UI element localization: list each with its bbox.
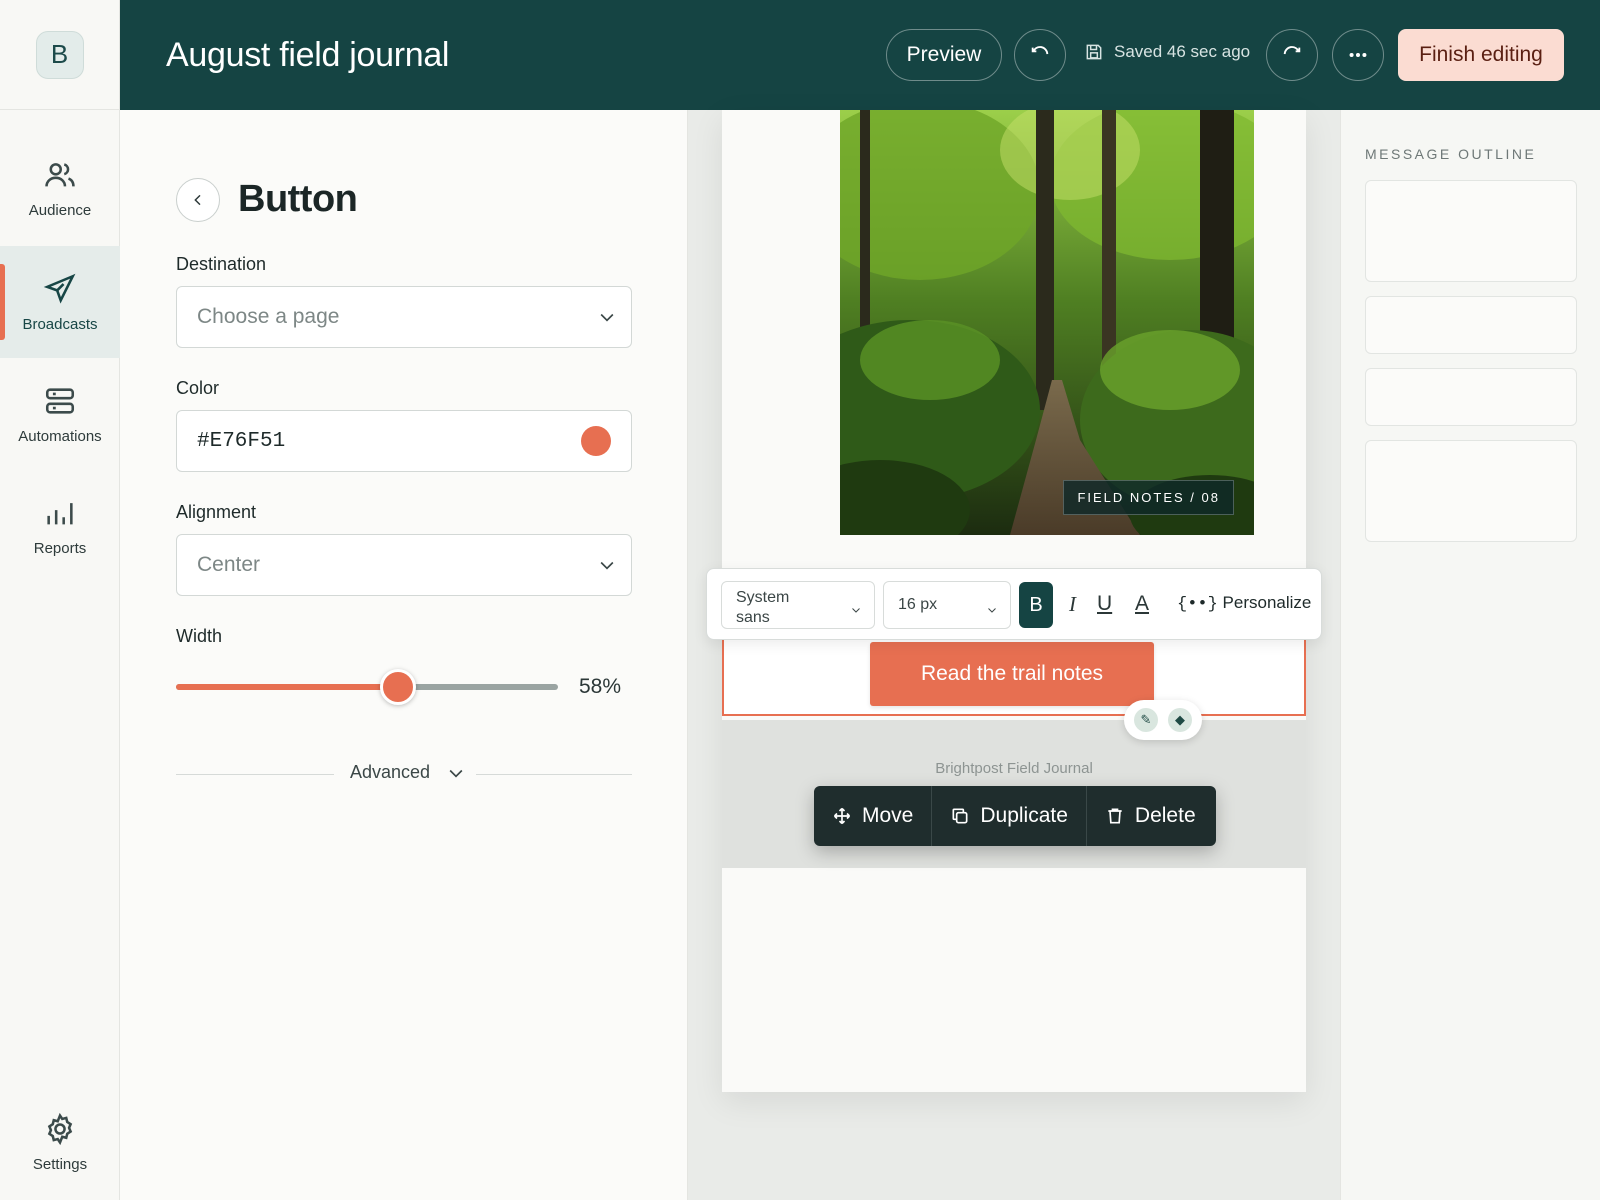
outline-title: MESSAGE OUTLINE [1365,146,1537,162]
editor-header: August field journal Preview Saved 46 se… [120,0,1600,110]
duplicate-button[interactable]: Duplicate [932,786,1087,846]
italic-button[interactable]: I [1069,592,1076,617]
hero-badge: FIELD NOTES / 08 [1063,480,1234,515]
advanced-toggle[interactable]: Advanced [350,762,466,783]
hero-image[interactable]: FIELD NOTES / 08 [840,110,1254,535]
logo-area: B [0,0,119,110]
send-icon [43,273,76,304]
outline-item[interactable] [1365,368,1577,426]
font-size-select[interactable]: 16 px [883,581,1011,629]
back-button[interactable] [176,178,220,222]
color-label: Color [176,378,220,398]
pencil-icon[interactable]: ✎ [1134,708,1158,732]
footer-text: Brightpost Field Journal [935,760,1093,777]
bar-chart-icon [47,502,73,524]
duplicate-label: Duplicate [980,804,1068,827]
divider [476,774,632,775]
trash-icon [1108,808,1122,824]
nav-item-reports[interactable]: Reports [0,470,120,582]
nav-item-settings[interactable]: Settings [0,1086,120,1198]
users-icon [45,162,75,186]
more-horizontal-icon [1349,52,1367,58]
font-size-value: 16 px [898,596,938,613]
chevron-down-icon [988,608,996,613]
nav-label: Reports [33,539,87,557]
nav-label: Automations [18,427,102,445]
undo-button[interactable] [1014,29,1066,81]
move-icon [833,807,851,825]
destination-label: Destination [176,254,267,274]
personalize-label: Personalize [1222,593,1312,612]
outline-item[interactable] [1365,180,1577,282]
block-settings-panel: Button Destination Choose a page Color #… [120,110,688,1200]
color-input[interactable]: #E76F51 [176,410,632,472]
redo-icon [1283,46,1301,55]
panel-title: Button [238,178,358,220]
duplicate-icon [952,808,968,824]
alignment-label: Alignment [176,502,257,522]
chevron-left-icon [194,194,201,206]
finish-editing-button[interactable]: Finish editing [1398,29,1564,81]
alignment-value: Center [197,553,261,576]
personalize-button[interactable]: {••} Personalize [1177,593,1311,614]
left-nav-rail: B Audience Broadcasts Automations Report… [0,0,120,1200]
delete-label: Delete [1134,804,1196,827]
divider [176,774,334,775]
block-mini-tools: ✎ ◆ [1124,700,1202,740]
advanced-label: Advanced [350,762,431,782]
width-value: 58% [579,675,622,698]
color-swatch[interactable] [581,426,611,456]
braces-icon: {••} [1177,595,1218,614]
move-label: Move [862,804,914,827]
outline-item[interactable] [1365,440,1577,542]
chevron-down-icon [449,769,463,778]
saved-text: Saved 46 sec ago [1114,42,1251,61]
save-status: Saved 46 sec ago [1084,42,1250,62]
automations-icon [45,387,75,414]
text-formatting-toolbar: System sans 16 px B I U A {••} Personali… [706,568,1322,640]
outline-item[interactable] [1365,296,1577,354]
text-color-button[interactable]: A [1135,592,1149,616]
email-canvas: FIELD NOTES / 08 Brightpost Field Journa… [688,110,1340,1200]
nav-label: Settings [32,1155,88,1173]
floppy-disk-icon [1086,44,1102,60]
email-cta-button[interactable]: Read the trail notes [870,642,1154,706]
font-family-line2: sans [736,609,770,626]
preview-button[interactable]: Preview [886,29,1002,81]
gear-icon [47,1112,73,1145]
diamond-icon[interactable]: ◆ [1168,708,1192,732]
chevron-down-icon [600,313,614,322]
forest-trail-illustration [840,110,1254,535]
font-family-line1: System [736,589,790,606]
app-logo[interactable]: B [35,30,84,79]
delete-button[interactable]: Delete [1087,786,1214,846]
nav-label: Broadcasts [22,315,98,333]
width-label: Width [176,626,223,646]
color-value: #E76F51 [197,429,286,453]
width-slider-fill [176,684,398,690]
chevron-down-icon [852,608,860,613]
nav-item-broadcasts[interactable]: Broadcasts [0,246,120,358]
bold-button[interactable]: B [1019,582,1053,628]
nav-item-automations[interactable]: Automations [0,358,120,470]
chevron-down-icon [600,561,614,570]
alignment-select[interactable]: Center [176,534,632,596]
width-slider-thumb[interactable] [379,669,416,705]
font-family-select[interactable]: System sans [721,581,875,629]
move-button[interactable]: Move [814,786,933,846]
document-title[interactable]: August field journal [166,36,449,75]
nav-item-audience[interactable]: Audience [0,132,120,244]
message-outline-panel: MESSAGE OUTLINE [1340,110,1600,1200]
underline-button[interactable]: U [1097,592,1112,616]
more-options-button[interactable] [1332,29,1384,81]
undo-icon [1031,46,1049,55]
nav-label: Audience [28,201,92,219]
destination-placeholder: Choose a page [197,305,340,328]
redo-button[interactable] [1266,29,1318,81]
destination-select[interactable]: Choose a page [176,286,632,348]
block-actions-bar: Move Duplicate Delete [814,786,1216,846]
